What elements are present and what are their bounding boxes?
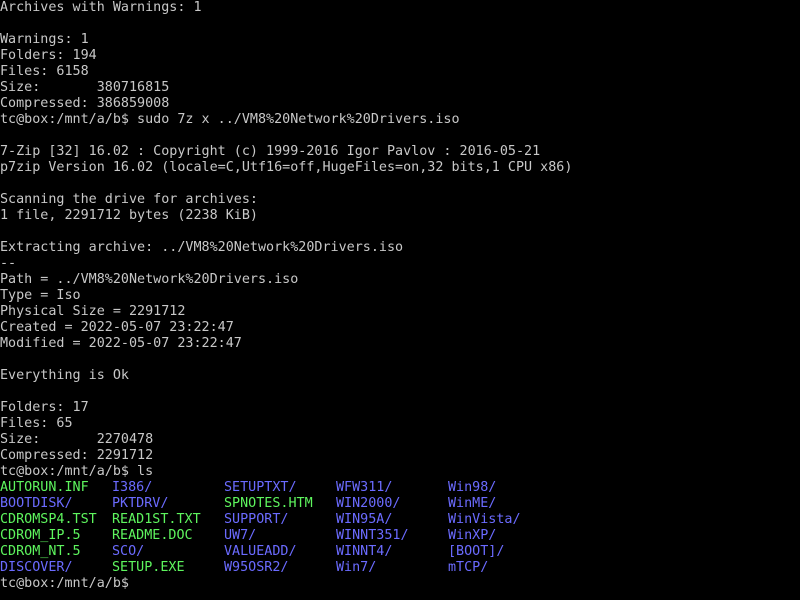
directory-entry: WIN95A/	[336, 512, 393, 527]
directory-entry: mTCP/	[448, 560, 489, 575]
directory-entry: WINNT351/	[336, 528, 409, 543]
directory-entry: Win7/	[336, 560, 377, 575]
directory-entry: PKTDRV/	[112, 496, 169, 511]
directory-entry: BOOTDISK/	[0, 496, 73, 511]
ls-row: CDROM_IP.5 README.DOC UW7/WINNT351/WinXP/	[0, 528, 800, 544]
ls-row: AUTORUN.INF I386/SETUPTXT/WFW311/Win98/	[0, 480, 800, 496]
ls-row: CDROMSP4.TST READ1ST.TXT SUPPORT/WIN95A/Wi…	[0, 512, 800, 528]
terminal-line: 7-Zip [32] 16.02 : Copyright (c) 1999-20…	[0, 144, 541, 159]
terminal-line: Created = 2022-05-07 23:22:47	[0, 320, 234, 335]
file-entry: SPNOTES.HTM	[224, 496, 313, 511]
terminal-window[interactable]: Archives with Warnings: 1 Warnings: 1 Fold…	[0, 0, 800, 600]
terminal-line: tc@box:/mnt/a/b$ ls	[0, 464, 154, 479]
directory-entry: [BOOT]/	[448, 544, 505, 559]
directory-entry: WFW311/	[336, 480, 393, 495]
terminal-line: Extracting archive: ../VM8%20Network%20D…	[0, 240, 404, 255]
terminal-line: Modified = 2022-05-07 23:22:47	[0, 336, 242, 351]
directory-entry: DISCOVER/	[0, 560, 73, 575]
terminal-line: Type = Iso	[0, 288, 81, 303]
terminal-line: Folders: 194	[0, 48, 97, 63]
ls-listing: AUTORUN.INF I386/SETUPTXT/WFW311/Win98/BO…	[0, 480, 800, 576]
terminal-line: Physical Size = 2291712	[0, 304, 186, 319]
terminal-prompt-line[interactable]: tc@box:/mnt/a/b$	[0, 576, 800, 592]
file-entry: CDROM_IP.5	[0, 528, 81, 543]
directory-entry: I386/	[112, 480, 153, 495]
directory-entry: WinVista/	[448, 512, 521, 527]
directory-entry: SETUPTXT/	[224, 480, 297, 495]
terminal-line: Warnings: 1	[0, 32, 89, 47]
terminal-line: --	[0, 256, 17, 271]
terminal-line: Compressed: 2291712	[0, 448, 154, 463]
directory-entry: WINNT4/	[336, 544, 393, 559]
directory-entry: SCO/	[112, 544, 145, 559]
terminal-line: Files: 6158	[0, 64, 89, 79]
ls-row: BOOTDISK/PKTDRV/SPNOTES.HTM WIN2000/WinME…	[0, 496, 800, 512]
directory-entry: Win98/	[448, 480, 497, 495]
terminal-line: Path = ../VM8%20Network%20Drivers.iso	[0, 272, 299, 287]
directory-entry: WinXP/	[448, 528, 497, 543]
directory-entry: WIN2000/	[336, 496, 401, 511]
terminal-line: Everything is Ok	[0, 368, 129, 383]
terminal-line: Size: 380716815	[0, 80, 170, 95]
terminal-line: 1 file, 2291712 bytes (2238 KiB)	[0, 208, 258, 223]
file-entry: READ1ST.TXT	[112, 512, 201, 527]
terminal-line: p7zip Version 16.02 (locale=C,Utf16=off,…	[0, 160, 573, 175]
terminal-line: Files: 65	[0, 416, 73, 431]
terminal-line: Archives with Warnings: 1	[0, 0, 202, 15]
directory-entry: W95OSR2/	[224, 560, 289, 575]
shell-prompt: tc@box:/mnt/a/b$	[0, 576, 129, 591]
file-entry: CDROM_NT.5	[0, 544, 81, 559]
file-entry: AUTORUN.INF	[0, 480, 89, 495]
file-entry: CDROMSP4.TST	[0, 512, 97, 527]
terminal-line: Scanning the drive for archives:	[0, 192, 258, 207]
file-entry: SETUP.EXE	[112, 560, 185, 575]
terminal-line: Size: 2270478	[0, 432, 154, 447]
directory-entry: UW7/	[224, 528, 257, 543]
directory-entry: VALUEADD/	[224, 544, 297, 559]
ls-row: CDROM_NT.5 SCO/VALUEADD/WINNT4/ [BOOT]/	[0, 544, 800, 560]
terminal-line: tc@box:/mnt/a/b$ sudo 7z x ../VM8%20Netw…	[0, 112, 460, 127]
terminal-line: Compressed: 386859008	[0, 96, 170, 111]
directory-entry: SUPPORT/	[224, 512, 289, 527]
ls-row: DISCOVER/SETUP.EXE W95OSR2/Win7/mTCP/	[0, 560, 800, 576]
terminal-output: Archives with Warnings: 1 Warnings: 1 Fold…	[0, 0, 800, 480]
file-entry: README.DOC	[112, 528, 193, 543]
terminal-line: Folders: 17	[0, 400, 89, 415]
directory-entry: WinME/	[448, 496, 497, 511]
